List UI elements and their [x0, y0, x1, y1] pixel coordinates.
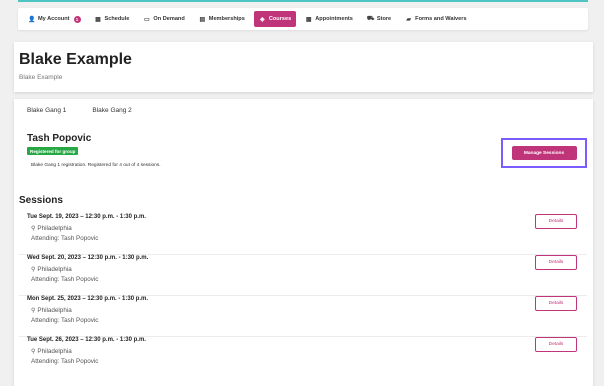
- session-row: Tue Sept. 19, 2023 – 12:30 p.m. - 1:30 p…: [19, 214, 587, 255]
- page-title: Blake Example: [19, 51, 132, 68]
- map-pin-icon: ⚲: [31, 349, 36, 355]
- nav-label: On Demand: [153, 16, 185, 22]
- details-button[interactable]: Details: [535, 214, 577, 229]
- group-tabs: Blake Gang 1 Blake Gang 2: [27, 107, 158, 114]
- manage-sessions-highlight: Manage Sessions: [501, 138, 587, 168]
- location-label: Philadelphia: [37, 307, 72, 314]
- nav-forms-and-waivers[interactable]: ▰ Forms and Waivers: [400, 11, 471, 27]
- video-icon: ▭: [144, 16, 150, 23]
- session-attendee: Attending: Tash Popovic: [31, 358, 99, 365]
- nav-label: Appointments: [315, 16, 353, 22]
- session-row: Mon Sept. 25, 2023 – 12:30 p.m. - 1:30 p…: [19, 296, 587, 337]
- nav-label: Memberships: [208, 16, 245, 22]
- folder-icon: ▰: [406, 16, 411, 23]
- session-location: ⚲ Philadelphia: [31, 348, 72, 355]
- nav-label: Forms and Waivers: [415, 16, 467, 22]
- nav-label: My Account: [38, 16, 70, 22]
- nav-label: Courses: [268, 16, 292, 22]
- nav-schedule[interactable]: ▦ Schedule: [90, 11, 135, 27]
- session-date: Wed Sept. 20, 2023 – 12:30 p.m. - 1:30 p…: [27, 255, 149, 261]
- course-header: Blake Example Blake Example: [14, 42, 593, 92]
- session-date: Tue Sept. 19, 2023 – 12:30 p.m. - 1:30 p…: [27, 214, 146, 220]
- notification-badge: 1: [73, 15, 81, 23]
- session-location: ⚲ Philadelphia: [31, 225, 72, 232]
- location-label: Philadelphia: [37, 225, 72, 232]
- user-icon: 👤: [28, 16, 36, 23]
- session-location: ⚲ Philadelphia: [31, 266, 72, 273]
- map-pin-icon: ⚲: [31, 308, 36, 314]
- location-label: Philadelphia: [37, 348, 72, 355]
- sessions-heading: Sessions: [19, 195, 63, 206]
- details-button[interactable]: Details: [535, 296, 577, 311]
- nav-label: Store: [376, 16, 392, 22]
- tab-blake-gang-2[interactable]: Blake Gang 2: [92, 107, 131, 114]
- registration-note: Blake Gang 1 registration. Registered fo…: [31, 163, 161, 168]
- location-label: Philadelphia: [37, 266, 72, 273]
- session-attendee: Attending: Tash Popovic: [31, 317, 99, 324]
- manage-sessions-button[interactable]: Manage Sessions: [511, 146, 577, 160]
- session-location: ⚲ Philadelphia: [31, 307, 72, 314]
- tab-blake-gang-1[interactable]: Blake Gang 1: [27, 107, 66, 114]
- session-date: Tue Sept. 26, 2023 – 12:30 p.m. - 1:30 p…: [27, 337, 146, 343]
- course-details-card: Blake Gang 1 Blake Gang 2 Tash Popovic R…: [14, 99, 593, 386]
- nav-on-demand[interactable]: ▭ On Demand: [138, 11, 189, 27]
- session-row: Wed Sept. 20, 2023 – 12:30 p.m. - 1:30 p…: [19, 255, 587, 296]
- details-button[interactable]: Details: [535, 255, 577, 270]
- student-name: Tash Popovic: [27, 133, 92, 144]
- status-badge: Registered for group: [27, 147, 79, 155]
- map-pin-icon: ⚲: [31, 226, 36, 232]
- nav-appointments[interactable]: ▦ Appointments: [300, 11, 358, 27]
- page-subtitle: Blake Example: [19, 74, 63, 81]
- calendar-check-icon: ▦: [305, 16, 312, 23]
- session-date: Mon Sept. 25, 2023 – 12:30 p.m. - 1:30 p…: [27, 296, 149, 302]
- nav-store[interactable]: ⛟ Store: [362, 11, 396, 27]
- calendar-icon: ▦: [95, 16, 101, 23]
- map-pin-icon: ⚲: [31, 267, 36, 273]
- cart-icon: ⛟: [366, 16, 375, 22]
- session-attendee: Attending: Tash Popovic: [31, 276, 99, 283]
- session-row: Tue Sept. 26, 2023 – 12:30 p.m. - 1:30 p…: [19, 337, 587, 378]
- graduation-cap-icon: ◈: [260, 16, 265, 23]
- nav-my-account[interactable]: 👤 My Account 1: [23, 11, 86, 27]
- top-accent-line: [18, 0, 588, 2]
- id-card-icon: ▤: [199, 16, 206, 23]
- details-button[interactable]: Details: [535, 337, 577, 352]
- main-nav: 👤 My Account 1 ▦ Schedule ▭ On Demand ▤ …: [18, 8, 588, 30]
- nav-label: Schedule: [104, 16, 130, 22]
- nav-courses[interactable]: ◈ Courses: [253, 11, 297, 27]
- nav-memberships[interactable]: ▤ Memberships: [194, 11, 250, 27]
- session-attendee: Attending: Tash Popovic: [31, 235, 99, 242]
